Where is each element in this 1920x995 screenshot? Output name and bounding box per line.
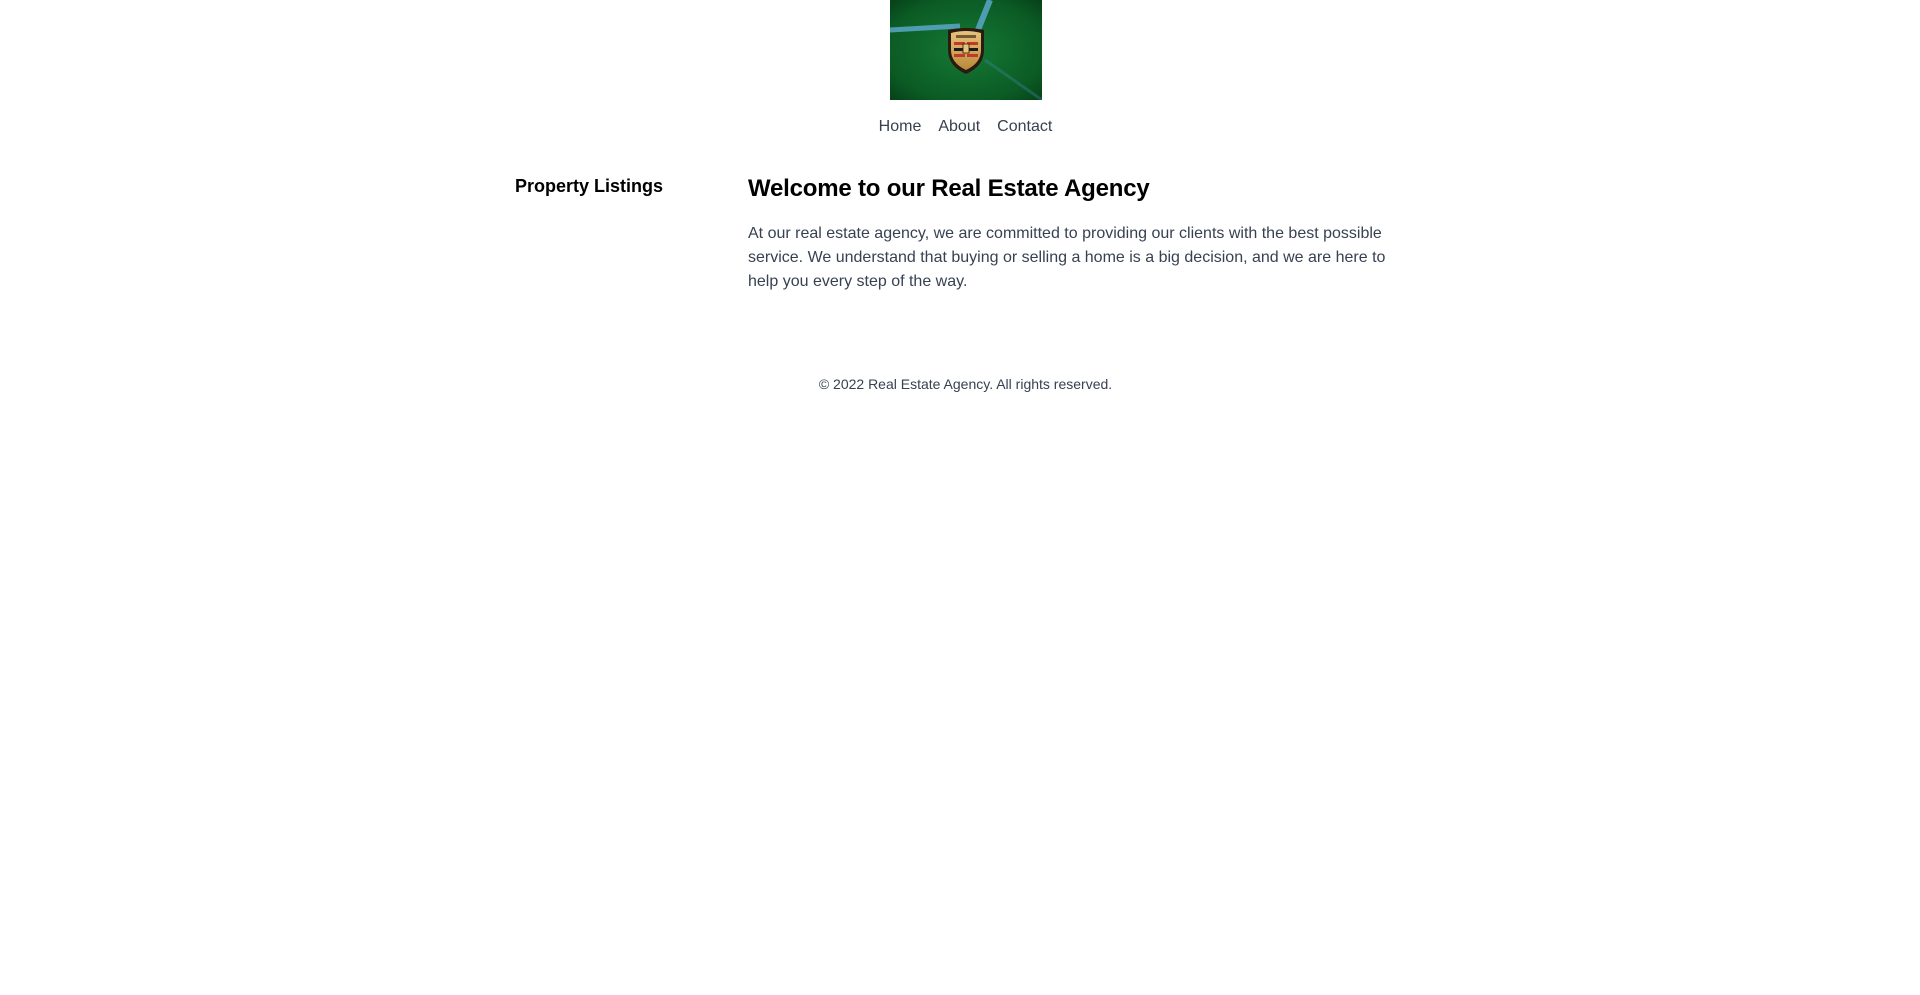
logo-image — [890, 0, 1042, 100]
nav-link-contact[interactable]: Contact — [997, 118, 1052, 136]
main-nav: Home About Contact — [0, 118, 1920, 136]
porsche-crest-icon — [890, 0, 1042, 100]
sidebar-title: Property Listings — [515, 176, 664, 196]
page: Home About Contact Property Listings Wel… — [0, 0, 1920, 995]
nav-link-home[interactable]: Home — [879, 118, 922, 136]
page-title: Welcome to our Real Estate Agency — [748, 175, 1150, 202]
footer-copyright: © 2022 Real Estate Agency. All rights re… — [818, 376, 1113, 392]
intro-paragraph: At our real estate agency, we are commit… — [748, 225, 1386, 290]
nav-link-about[interactable]: About — [938, 118, 980, 136]
